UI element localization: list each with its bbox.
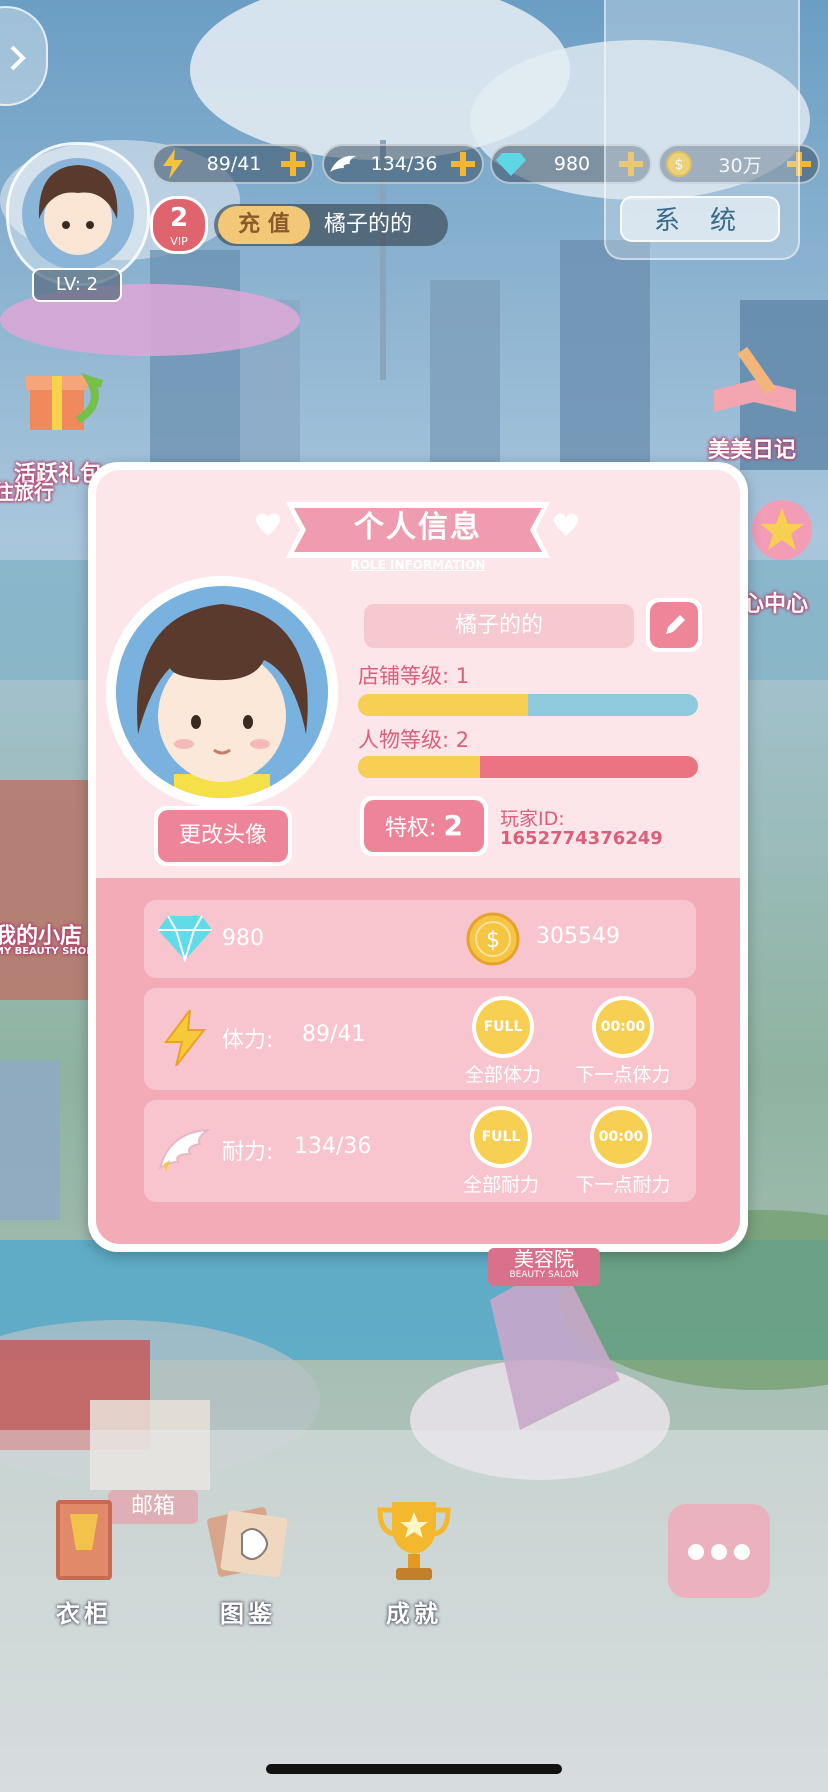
profile-avatar xyxy=(106,576,338,808)
lightning-icon xyxy=(156,147,190,181)
more-dot-icon xyxy=(688,1544,704,1560)
more-button[interactable] xyxy=(668,1504,770,1598)
add-stamina-icon[interactable] xyxy=(278,149,308,179)
privilege-label: 特权: xyxy=(385,816,444,841)
level-badge: LV: 2 xyxy=(32,268,122,302)
shop-level-bar xyxy=(358,694,698,716)
beauty-salon-sign[interactable]: 美容院 BEAUTY SALON xyxy=(488,1248,600,1286)
stamina-display[interactable]: 89/41 xyxy=(152,144,314,184)
avatar-face-icon xyxy=(22,158,134,270)
character-level-label: 人物等级: 2 xyxy=(358,728,470,752)
add-endurance-icon[interactable] xyxy=(448,149,478,179)
gift-box-icon[interactable] xyxy=(18,360,108,440)
travel-label[interactable]: 往旅行 xyxy=(0,476,54,505)
next-stamina-label: 下一点体力 xyxy=(575,1064,671,1086)
system-button[interactable]: 系统 xyxy=(620,196,780,242)
endurance-value: 134/36 xyxy=(294,1134,372,1159)
stamina-value: 89/41 xyxy=(302,1022,366,1047)
refill-all-endurance-label: 全部耐力 xyxy=(462,1174,539,1196)
privilege-button[interactable]: 特权: 2 xyxy=(360,796,488,856)
role-info-dialog: 个人信息 ROLE INFORMATION 更改头像 橘子的的 店铺等级: 1 … xyxy=(88,462,748,1252)
star-balloon-icon[interactable] xyxy=(746,496,816,570)
stamina-label: 体力: xyxy=(222,1028,274,1053)
player-avatar[interactable] xyxy=(6,142,150,286)
achievement-nav[interactable]: 成就 xyxy=(354,1494,474,1634)
player-id-value: 1652774376249 xyxy=(500,828,663,849)
wing-icon xyxy=(158,1128,212,1172)
vip-badge[interactable]: 2 VIP xyxy=(150,196,208,254)
edit-name-button[interactable] xyxy=(646,598,702,652)
endurance-label: 耐力: xyxy=(222,1140,274,1165)
vip-level: 2 xyxy=(169,203,189,233)
pencil-icon xyxy=(666,615,685,634)
vip-tag: VIP xyxy=(170,235,188,248)
home-indicator[interactable] xyxy=(266,1764,562,1774)
diamond-amount: 980 xyxy=(222,926,264,951)
svg-text:$: $ xyxy=(486,928,500,953)
shop-level-fill xyxy=(358,694,528,716)
privilege-value: 2 xyxy=(443,809,463,842)
wardrobe-nav[interactable]: 衣柜 xyxy=(24,1494,144,1634)
diamond-icon xyxy=(158,915,212,962)
beauty-salon-label: 美容院 xyxy=(514,1247,574,1271)
more-dot-icon xyxy=(711,1544,727,1560)
wing-icon xyxy=(326,147,360,181)
resources-section: 980 $ 305549 体力: 89/41 FULL 全部体力 00:00 下… xyxy=(96,878,740,1244)
next-endurance-timer[interactable]: 00:00 xyxy=(590,1106,652,1168)
next-stamina-timer[interactable]: 00:00 xyxy=(592,996,654,1058)
player-id-label: 玩家ID: xyxy=(500,808,565,830)
refill-all-stamina-button[interactable]: FULL xyxy=(472,996,534,1058)
catalog-nav[interactable]: 图鉴 xyxy=(188,1494,308,1634)
trophy-icon xyxy=(377,1502,451,1580)
chevron-right-icon xyxy=(10,45,26,71)
next-endurance-label: 下一点耐力 xyxy=(575,1174,671,1196)
coin-amount: 305549 xyxy=(536,924,620,949)
dialog-title: 个人信息 xyxy=(354,510,482,545)
recharge-button[interactable]: 充 值 xyxy=(218,206,310,244)
diary-label[interactable]: 美美日记 xyxy=(708,432,796,464)
my-shop-en-label: MY BEAUTY SHOP xyxy=(0,946,94,957)
profile-name: 橘子的的 xyxy=(364,604,634,648)
character-level-fill xyxy=(358,756,481,778)
player-name-hud: 橘子的的 xyxy=(324,212,413,237)
currency-card: 980 $ 305549 xyxy=(144,900,696,978)
dialog-subtitle: ROLE INFORMATION xyxy=(350,558,486,572)
lightning-icon xyxy=(164,1010,206,1066)
stamina-card: 体力: 89/41 FULL 全部体力 00:00 下一点体力 xyxy=(144,988,696,1090)
center-label[interactable]: 心中心 xyxy=(742,586,808,618)
catalog-icon xyxy=(207,1507,288,1578)
diary-icon[interactable] xyxy=(710,340,800,420)
endurance-display[interactable]: 134/36 xyxy=(322,144,484,184)
refill-all-stamina-label: 全部体力 xyxy=(464,1064,541,1086)
beauty-salon-en-label: BEAUTY SALON xyxy=(509,1270,579,1280)
change-avatar-button[interactable]: 更改头像 xyxy=(154,806,292,866)
shop-level-label: 店铺等级: 1 xyxy=(358,664,470,688)
endurance-card: 耐力: 134/36 FULL 全部耐力 00:00 下一点耐力 xyxy=(144,1100,696,1202)
more-dot-icon xyxy=(734,1544,750,1560)
profile-face-icon xyxy=(116,586,328,798)
wardrobe-icon xyxy=(56,1500,112,1580)
character-level-bar xyxy=(358,756,698,778)
refill-all-endurance-button[interactable]: FULL xyxy=(470,1106,532,1168)
coin-icon: $ xyxy=(466,912,520,966)
diamond-icon xyxy=(494,147,528,181)
